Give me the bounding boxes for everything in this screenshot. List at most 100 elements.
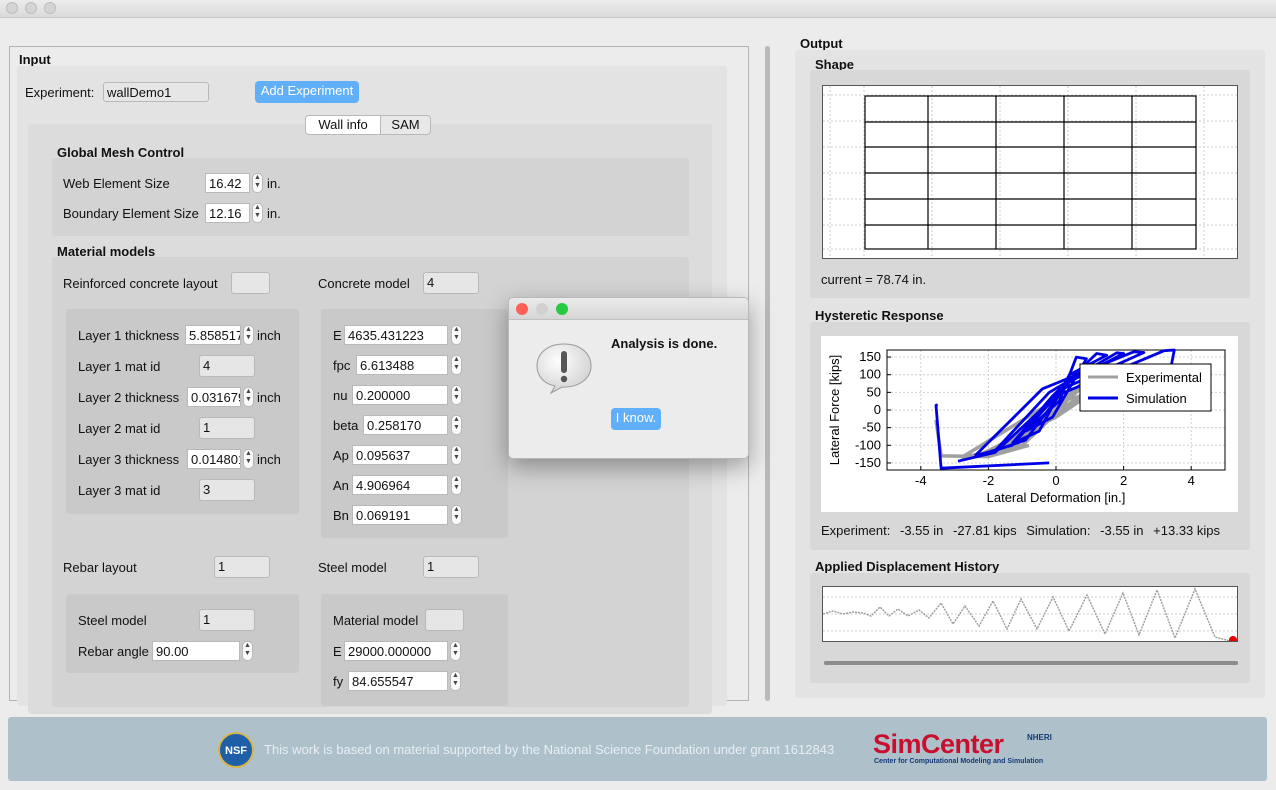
layer3-matid-field[interactable]: 3 [199,479,255,501]
layer2-thickness-label: Layer 2 thickness [78,390,180,405]
concrete-e-input[interactable]: 4635.431223 [344,325,448,345]
layer3-thickness-stepper[interactable]: ▲ ▼ [243,449,254,469]
history-curve [822,587,1237,644]
shape-plot [822,85,1238,259]
zoom-icon[interactable] [44,2,56,14]
nsf-logo: NSF [218,732,254,768]
status-simulation-disp: -3.55 in [1100,523,1144,538]
experiment-field[interactable]: wallDemo1 [103,82,209,102]
concrete-nu-input[interactable]: 0.200000 [352,385,448,405]
layer3-thickness-input[interactable]: 0.014801 [187,449,241,469]
tab-sam[interactable]: SAM [380,115,431,135]
dialog-message: Analysis is done. [611,336,718,351]
rebar-angle-stepper[interactable]: ▲ ▼ [242,641,253,661]
concrete-an-stepper[interactable]: ▲ ▼ [451,475,462,495]
layer1-thickness-stepper[interactable]: ▲ ▼ [243,325,254,345]
hysteretic-title: Hysteretic Response [815,308,944,323]
steel-model-field[interactable]: 1 [423,556,479,578]
concrete-e-stepper[interactable]: ▲ ▼ [451,325,462,345]
dialog-zoom-icon[interactable] [556,303,568,315]
concrete-fpc-label: fpc [333,358,351,373]
nheri-logo: NHERI [1027,733,1052,742]
status-experiment-force: -27.81 kips [953,523,1017,538]
concrete-nu-stepper[interactable]: ▲ ▼ [451,385,462,405]
steel-e-stepper[interactable]: ▲ ▼ [450,641,461,661]
add-experiment-button[interactable]: Add Experiment [255,81,359,103]
concrete-fpc-stepper[interactable]: ▲ ▼ [451,355,462,375]
rc-layout-label: Reinforced concrete layout [63,276,218,291]
dialog-minimize-icon[interactable] [536,303,548,315]
hysteretic-status: Experiment: -3.55 in -27.81 kips Simulat… [821,523,1220,538]
window-titlebar [0,0,1276,18]
concrete-bn-input[interactable]: 0.069191 [352,505,448,525]
x-tick-label: -2 [983,473,995,488]
dialog-close-icon[interactable] [516,303,528,315]
legend-label-experimental: Experimental [1126,370,1202,385]
layer2-thickness-stepper[interactable]: ▲ ▼ [243,387,254,407]
splitter-handle[interactable] [765,46,770,701]
concrete-ap-stepper[interactable]: ▲ ▼ [451,445,462,465]
steel-model-label: Steel model [318,560,387,575]
concrete-e-label: E [333,328,342,343]
steel-e-input[interactable]: 29000.000000 [344,641,448,661]
y-axis-label: Lateral Force [kips] [827,355,842,466]
rebar-angle-label: Rebar angle [78,644,149,659]
rebar-angle-input[interactable]: 90.00 [152,641,240,661]
i-know-button[interactable]: I know. [611,408,661,430]
rc-layout-field[interactable] [231,272,270,294]
boundary-element-size-input[interactable]: 12.16 [205,203,250,223]
concrete-an-input[interactable]: 4.906964 [352,475,448,495]
legend-label-simulation: Simulation [1126,391,1187,406]
close-icon[interactable] [6,2,18,14]
material-model-label: Material model [333,613,419,628]
material-model-field[interactable] [425,609,464,631]
layer1-thickness-label: Layer 1 thickness [78,328,180,343]
minimize-icon[interactable] [25,2,37,14]
concrete-bn-stepper[interactable]: ▲ ▼ [451,505,462,525]
rebar-layout-label: Rebar layout [63,560,137,575]
layer1-matid-label: Layer 1 mat id [78,359,161,374]
status-experiment-disp: -3.55 in [900,523,944,538]
experiment-label: Experiment: [25,85,95,100]
concrete-model-field[interactable]: 4 [423,272,479,294]
steel-fy-stepper[interactable]: ▲ ▼ [450,671,461,691]
concrete-ap-input[interactable]: 0.095637 [352,445,448,465]
steel-e-label: E [333,644,342,659]
layer1-thickness-input[interactable]: 5.858517 [185,325,241,345]
layer2-thickness-unit: inch [257,390,281,405]
concrete-bn-label: Bn [333,508,349,523]
steel-fy-input[interactable]: 84.655547 [348,671,448,691]
x-tick-label: 4 [1188,473,1195,488]
y-tick-label: 100 [859,367,881,382]
layer2-matid-label: Layer 2 mat id [78,421,161,436]
concrete-model-label: Concrete model [318,276,410,291]
concrete-fpc-input[interactable]: 6.613488 [356,355,448,375]
concrete-an-label: An [333,478,349,493]
y-tick-label: -50 [862,420,881,435]
layer2-matid-field[interactable]: 1 [199,417,255,439]
boundary-element-size-stepper[interactable]: ▲ ▼ [252,203,263,223]
rebar-steel-model-field[interactable]: 1 [199,609,255,631]
web-element-size-unit: in. [267,176,281,191]
shape-mesh [823,86,1237,258]
footer-text: This work is based on material supported… [264,742,835,757]
rebar-layout-field[interactable]: 1 [214,556,270,578]
web-element-size-stepper[interactable]: ▲ ▼ [252,173,263,193]
nsf-logo-text: NSF [225,745,247,757]
layer2-thickness-input[interactable]: 0.031679 [187,387,241,407]
tab-wall-info[interactable]: Wall info [305,115,381,135]
y-tick-label: 150 [859,349,881,364]
concrete-beta-stepper[interactable]: ▲ ▼ [451,415,462,435]
output-title: Output [800,36,843,51]
web-element-size-input[interactable]: 16.42 [205,173,250,193]
history-progress-bar[interactable] [824,661,1238,665]
layer1-matid-field[interactable]: 4 [199,355,255,377]
y-tick-label: 0 [874,402,881,417]
input-title: Input [19,52,51,67]
concrete-beta-input[interactable]: 0.258170 [363,415,448,435]
x-tick-label: -4 [915,473,927,488]
simcenter-subtitle: Center for Computational Modeling and Si… [874,758,1044,765]
rebar-steel-model-label: Steel model [78,613,147,628]
history-title: Applied Displacement History [815,559,1000,574]
y-tick-label: -150 [855,455,881,470]
